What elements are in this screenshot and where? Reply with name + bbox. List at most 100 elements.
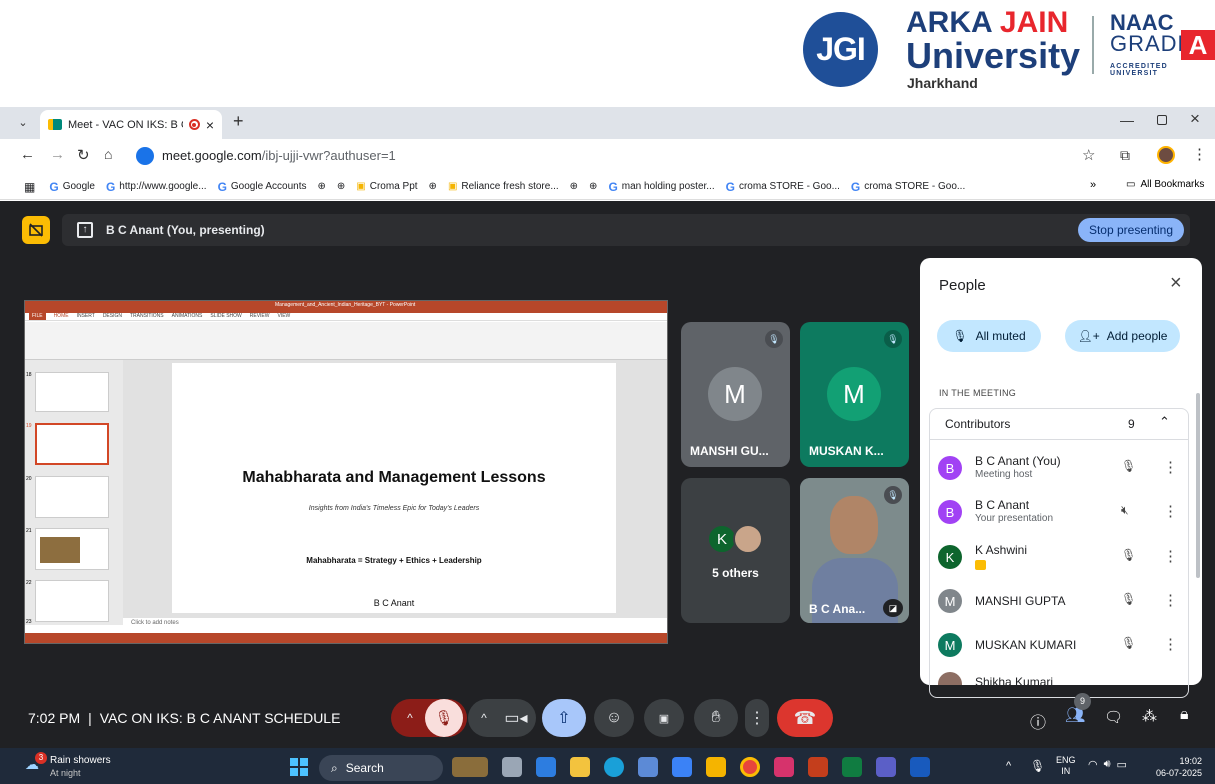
ppt-tab-animations[interactable]: ANIMATIONS [172, 313, 203, 320]
collapse-chevron-icon[interactable]: ⌃ [1159, 414, 1170, 430]
activities-icon[interactable]: ⁂ [1142, 707, 1157, 725]
widget-icon[interactable] [452, 757, 488, 777]
bookmark-globe-2[interactable]: ⊕ [337, 181, 345, 192]
system-status-icons[interactable]: ◠ 🔊︎ ▭ [1088, 758, 1127, 771]
word-icon[interactable] [910, 757, 930, 777]
ppt-tab-review[interactable]: REVIEW [250, 313, 270, 320]
bookmark-google-accounts[interactable]: G Google Accounts [218, 180, 307, 194]
bookmark-globe-4[interactable]: ⊕ [570, 181, 578, 192]
restore-icon[interactable] [1157, 115, 1167, 125]
zoom-icon[interactable] [774, 757, 794, 777]
more-bookmarks[interactable]: » [1090, 179, 1096, 191]
extensions-icon[interactable]: ⧉ [1120, 147, 1130, 164]
home-icon[interactable]: ⌂ [104, 146, 112, 162]
all-muted-button[interactable]: 🎙︎ All muted [937, 320, 1041, 352]
edge-icon[interactable] [604, 757, 624, 777]
taskbar-search[interactable]: ⌕ Search [319, 755, 443, 781]
bookmark-croma-store-2[interactable]: Gcroma STORE - Goo... [851, 180, 965, 194]
bookmark-croma-store-1[interactable]: Gcroma STORE - Goo... [726, 180, 840, 194]
participant-tile-muskan[interactable]: M 🎙︎ MUSKAN K... [800, 322, 909, 467]
close-panel-icon[interactable]: × [1170, 272, 1182, 295]
copilot-icon[interactable] [536, 757, 556, 777]
add-people-button[interactable]: 👤︎+ Add people [1065, 320, 1180, 352]
store-icon[interactable] [638, 757, 658, 777]
participant-row[interactable]: K K Ashwini 🎙︎ ⋮ [938, 535, 1188, 579]
slide-thumbnail[interactable] [35, 580, 109, 622]
apps-grid-icon[interactable]: ▦ [24, 180, 35, 194]
more-options-icon[interactable]: ⋮ [1163, 591, 1178, 609]
participant-row[interactable]: B B C Anant (You) Meeting host 🎙︎ ⋮ [938, 446, 1188, 490]
power-bi-icon[interactable] [706, 757, 726, 777]
participant-row[interactable]: B B C Anant Your presentation 🔇︎ ⋮ [938, 490, 1188, 534]
slide-thumbnail-selected[interactable] [35, 423, 109, 465]
new-tab-plus-icon[interactable]: + [233, 111, 244, 132]
more-options-icon[interactable]: ⋮ [1163, 547, 1178, 565]
teams-icon[interactable] [876, 757, 896, 777]
slide-thumbnail[interactable] [35, 528, 109, 570]
bookmark-man-poster[interactable]: Gman holding poster... [608, 180, 714, 194]
ppt-tab-design[interactable]: DESIGN [103, 313, 122, 320]
stop-presenting-button[interactable]: Stop presenting [1078, 218, 1184, 242]
window-close-icon[interactable]: × [1190, 109, 1200, 129]
slide-thumbnail[interactable] [35, 372, 109, 412]
participant-row-partial[interactable]: Shikha Kumari [938, 668, 1188, 685]
others-tile[interactable]: K 5 others [681, 478, 790, 623]
ppt-tab-transitions[interactable]: TRANSITIONS [130, 313, 164, 320]
language-indicator[interactable]: ENG IN [1056, 755, 1076, 777]
host-controls-icon[interactable]: 🔒︎ [1180, 706, 1189, 724]
system-clock[interactable]: 19:02 06-07-2025 [1150, 755, 1202, 779]
participant-row[interactable]: M MANSHI GUPTA 🎙︎ ⋮ [938, 579, 1188, 623]
ppt-tab-home[interactable]: HOME [54, 313, 69, 320]
app-icon[interactable] [672, 757, 692, 777]
participant-row[interactable]: M MUSKAN KUMARI 🎙︎ ⋮ [938, 623, 1188, 667]
meeting-details-icon[interactable]: ⓘ [1030, 709, 1046, 733]
tray-mic-icon[interactable]: 🎙︎ [1030, 759, 1045, 773]
panel-scrollbar[interactable] [1196, 393, 1200, 578]
more-options-icon[interactable]: ⋮ [1163, 458, 1178, 476]
bookmark-star-icon[interactable]: ☆ [1082, 146, 1095, 164]
bookmark-globe-3[interactable]: ⊕ [429, 181, 437, 192]
raise-hand-button[interactable]: ✋︎ [694, 699, 738, 737]
reload-icon[interactable]: ↻ [77, 146, 90, 164]
captions-button[interactable]: ▣ [644, 699, 684, 737]
mic-off-button[interactable]: 🎙︎ [425, 699, 463, 737]
task-view-icon[interactable] [502, 757, 522, 777]
forward-arrow-icon[interactable]: → [50, 146, 65, 163]
camera-options-chevron-icon[interactable]: ^ [470, 711, 498, 725]
chrome-icon[interactable] [740, 757, 760, 777]
leave-call-button[interactable]: ☎︎ [777, 699, 833, 737]
participant-tile-manshi[interactable]: M 🎙︎ MANSHI GU... [681, 322, 790, 467]
file-explorer-icon[interactable] [570, 757, 590, 777]
tab-close-icon[interactable]: × [206, 117, 214, 133]
camera-button[interactable]: ▭◂ [498, 708, 534, 728]
bookmark-google-link[interactable]: Ghttp://www.google... [106, 180, 207, 194]
url-text[interactable]: meet.google.com/ibj-ujji-vwr?authuser=1 [162, 148, 396, 163]
contributors-header[interactable]: Contributors 9 ⌃ [929, 408, 1189, 440]
ppt-tab-insert[interactable]: INSERT [77, 313, 95, 320]
back-arrow-icon[interactable]: ← [20, 146, 35, 163]
ppt-tab-file[interactable]: FILE [29, 313, 46, 320]
more-options-icon[interactable]: ⋮ [1163, 635, 1178, 653]
browser-menu-icon[interactable]: ⋮ [1192, 145, 1207, 163]
bookmark-croma-ppt[interactable]: ▣ Croma Ppt [356, 181, 417, 192]
bookmark-globe-5[interactable]: ⊕ [589, 181, 597, 192]
browser-tab-meet[interactable]: Meet - VAC ON IKS: B C AN × [40, 110, 222, 139]
slide-thumbnail[interactable] [35, 476, 109, 518]
ppt-tab-view[interactable]: VIEW [278, 313, 291, 320]
pin-tile-icon[interactable]: ◪ [883, 599, 903, 617]
presentation-stop-icon[interactable] [22, 216, 50, 244]
bookmark-google[interactable]: G Google [49, 180, 95, 194]
all-bookmarks[interactable]: ▭ All Bookmarks [1126, 179, 1204, 190]
site-info-icon[interactable] [136, 147, 154, 165]
more-options-button[interactable]: ⋮ [745, 699, 769, 737]
weather-text[interactable]: Rain showers [50, 755, 111, 766]
minimize-icon[interactable]: — [1120, 112, 1134, 128]
bookmark-reliance[interactable]: ▣ Reliance fresh store... [448, 181, 559, 192]
emoji-button[interactable]: ☺ [594, 699, 634, 737]
excel-icon[interactable] [842, 757, 862, 777]
powerpoint-icon[interactable] [808, 757, 828, 777]
ppt-tab-slideshow[interactable]: SLIDE SHOW [210, 313, 241, 320]
bookmark-globe-1[interactable]: ⊕ [318, 181, 326, 192]
ppt-notes[interactable]: Click to add notes [123, 618, 667, 628]
chat-icon[interactable]: 🗨︎ [1104, 708, 1123, 726]
